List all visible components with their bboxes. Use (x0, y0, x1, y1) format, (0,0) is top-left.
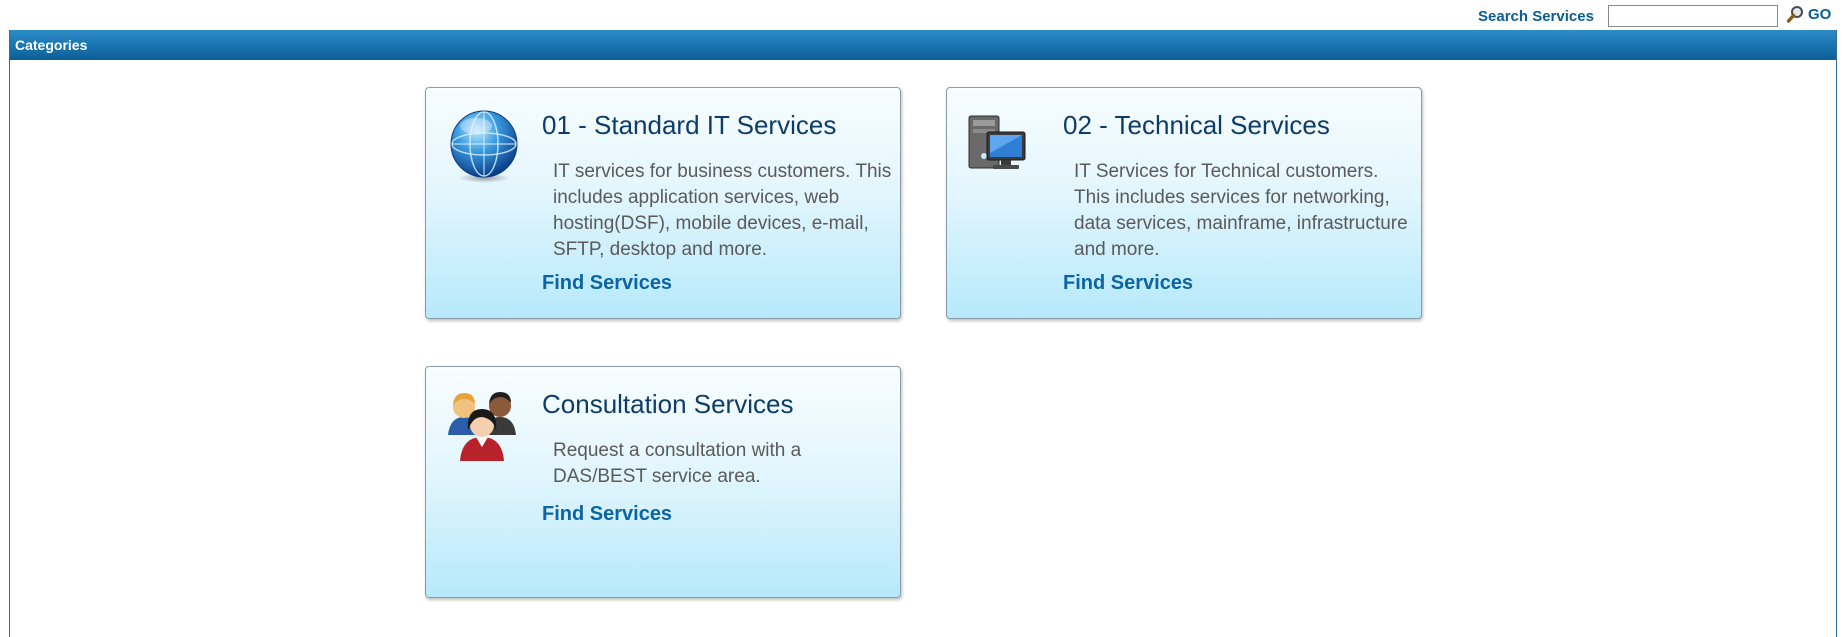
top-bar: Search Services GO (0, 0, 1845, 30)
category-description: IT Services for Technical customers. Thi… (1074, 161, 1408, 260)
find-services-link[interactable]: Find Services (542, 503, 672, 526)
search-label: Search Services (1478, 8, 1594, 25)
category-description: IT services for business customers. This… (553, 161, 892, 260)
go-button[interactable]: GO (1787, 3, 1831, 25)
search-input[interactable] (1608, 5, 1778, 27)
computer-icon (967, 108, 1043, 184)
find-services-link[interactable]: Find Services (542, 272, 672, 295)
category-card-technical[interactable]: 02 - Technical Services IT Services for … (946, 87, 1422, 319)
magnifier-icon (1787, 6, 1803, 23)
panel-title: Categories (10, 30, 1836, 60)
category-title: Consultation Services (542, 389, 794, 419)
category-card-consultation[interactable]: Consultation Services Request a consulta… (425, 366, 901, 598)
category-description: Request a consultation with a DAS/BEST s… (553, 440, 802, 487)
people-icon (446, 387, 522, 463)
categories-panel: Categories 01 - Standard IT Services IT … (9, 30, 1837, 637)
go-label: GO (1808, 5, 1832, 23)
category-title: 01 - Standard IT Services (542, 110, 837, 140)
find-services-link[interactable]: Find Services (1063, 272, 1193, 295)
category-title: 02 - Technical Services (1063, 110, 1330, 140)
category-card-standard-it[interactable]: 01 - Standard IT Services IT services fo… (425, 87, 901, 319)
globe-icon (446, 108, 522, 184)
